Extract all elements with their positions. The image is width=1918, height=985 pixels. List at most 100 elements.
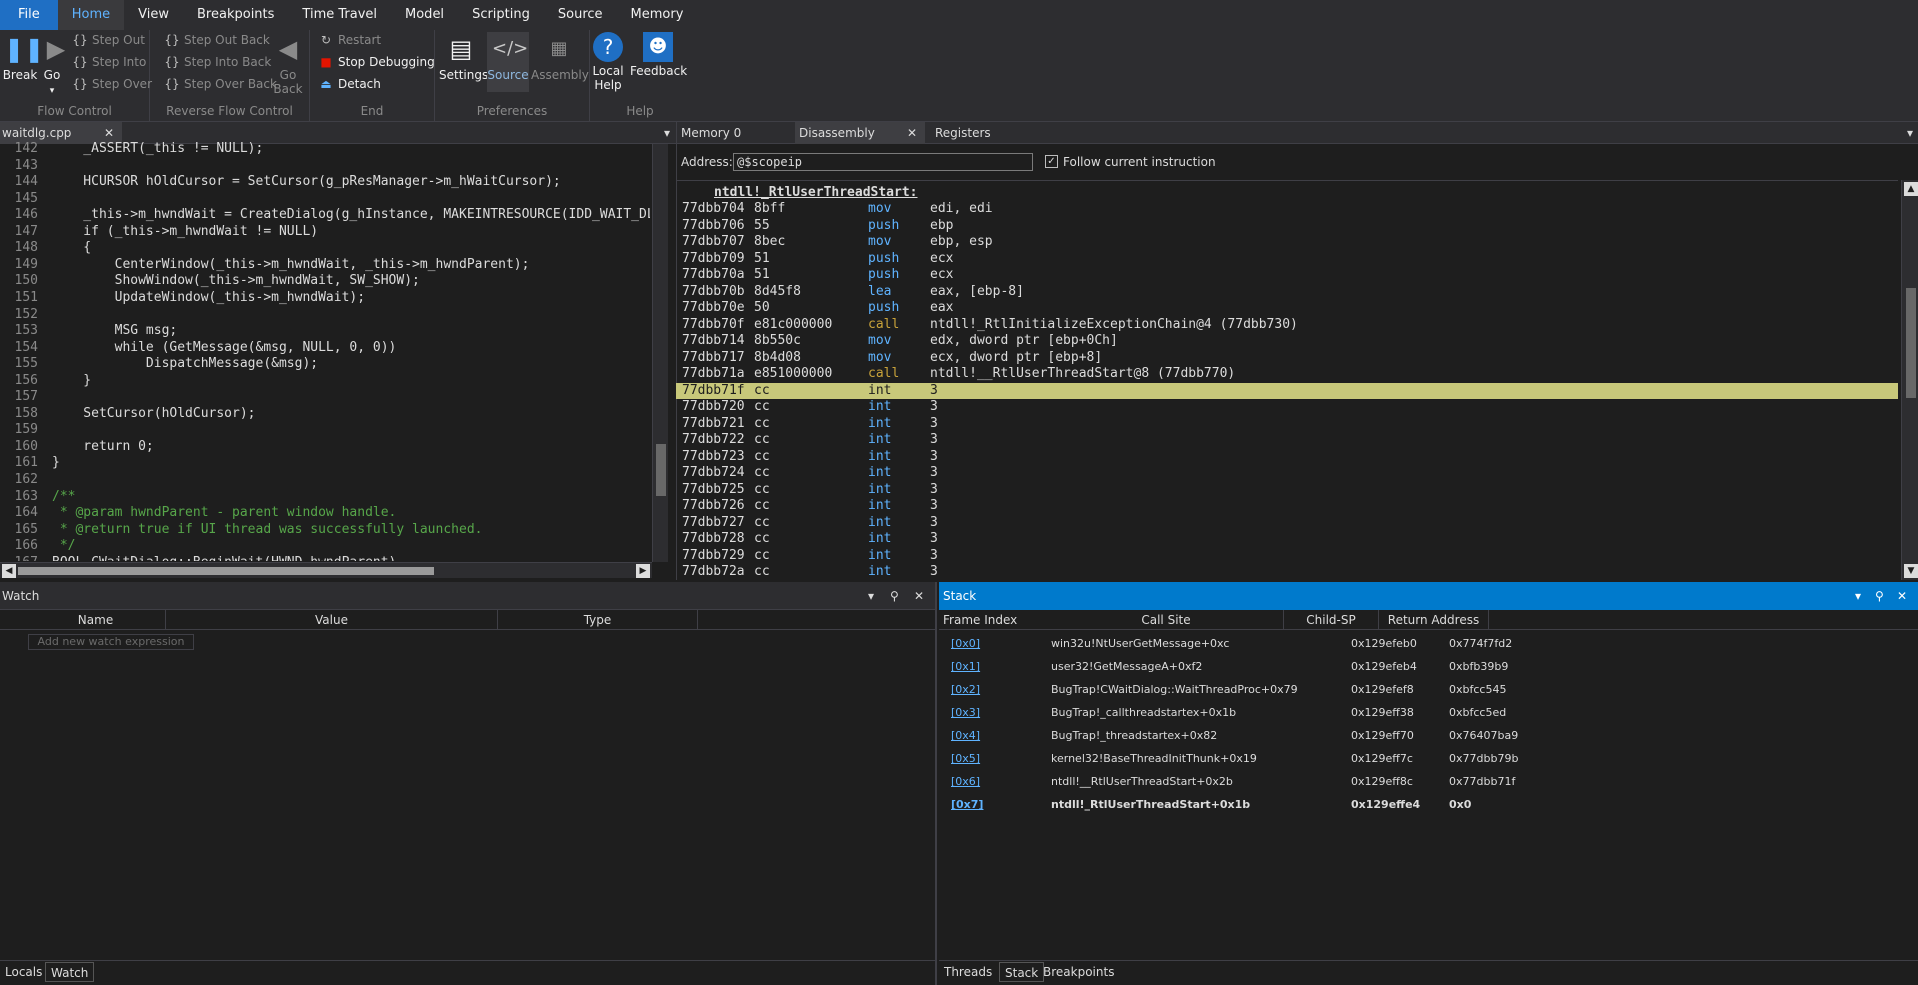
step-over-back-button[interactable]: {} Step Over Back [164,74,277,94]
source-line[interactable]: 164 * @param hwndParent - parent window … [0,505,397,522]
source-horizontal-scrollbar[interactable]: ◀ ▶ [0,562,652,578]
scrollbar-thumb[interactable] [1906,288,1916,398]
tab-watch[interactable]: Watch [45,962,95,982]
tab-scripting[interactable]: Scripting [458,0,544,30]
frame-index-link[interactable]: [0x3] [951,703,980,723]
tab-breakpoints-panel[interactable]: Breakpoints [1038,962,1119,982]
disasm-row[interactable]: 77dbb70a 51 push ecx [676,267,1898,284]
disasm-row[interactable]: 77dbb727 cc int 3 [676,515,1898,532]
source-line[interactable]: 142 _ASSERT(_this != NULL); [0,141,264,158]
disasm-row[interactable]: 77dbb70b 8d45f8 lea eax, [ebp-8] [676,284,1898,301]
source-line[interactable]: 151 UpdateWindow(_this->m_hwndWait); [0,290,366,307]
stop-debugging-button[interactable]: ■ Stop Debugging [318,52,434,72]
disasm-row[interactable]: 77dbb722 cc int 3 [676,432,1898,449]
dropdown-icon[interactable]: ▾ [1855,582,1861,610]
frame-index-link[interactable]: [0x2] [951,680,980,700]
disassembly-view[interactable]: ntdll!_RtlUserThreadStart: 77dbb704 8bff m… [676,180,1898,584]
go-back-button[interactable]: ◀ Go Back [270,32,306,96]
restart-button[interactable]: ↻ Restart [318,30,381,50]
col-type[interactable]: Type [498,610,698,630]
source-line[interactable]: 159 [0,422,52,439]
tab-view[interactable]: View [124,0,183,30]
break-button[interactable]: ❚❚ Break [2,32,45,82]
pin-icon[interactable]: ⚲ [1875,582,1884,610]
detach-button[interactable]: ⏏ Detach [318,74,381,94]
step-over-button[interactable]: {} Step Over [72,74,152,94]
tab-overflow-icon[interactable]: ▾ [1907,122,1913,144]
source-line[interactable]: 158 SetCursor(hOldCursor); [0,406,256,423]
frame-index-link[interactable]: [0x7] [951,795,983,815]
source-line[interactable]: 154 while (GetMessage(&msg, NULL, 0, 0)) [0,340,397,357]
disasm-row[interactable]: 77dbb70e 50 push eax [676,300,1898,317]
local-help-button[interactable]: ? Local Help [590,32,626,92]
source-line[interactable]: 153 MSG msg; [0,323,178,340]
disasm-row[interactable]: 77dbb709 51 push ecx [676,251,1898,268]
settings-button[interactable]: ▤ Settings [439,32,488,82]
stack-frame-row[interactable]: [0x2] BugTrap!CWaitDialog::WaitThreadProc… [939,680,1918,700]
scroll-down-icon[interactable]: ▼ [1904,564,1918,578]
frame-index-link[interactable]: [0x5] [951,749,980,769]
source-line[interactable]: 150 ShowWindow(_this->m_hwndWait, SW_SHO… [0,273,420,290]
disasm-row[interactable]: 77dbb704 8bff mov edi, edi [676,201,1898,218]
source-line[interactable]: 160 return 0; [0,439,154,456]
source-line[interactable]: 166 */ [0,538,76,555]
source-line[interactable]: 143 [0,158,52,175]
source-line[interactable]: 157 [0,389,52,406]
address-input[interactable]: @$scopeip [733,153,1033,171]
source-line[interactable]: 144 HCURSOR hOldCursor = SetCursor(g_pRe… [0,174,561,191]
source-line[interactable]: 156 } [0,373,92,390]
scroll-right-icon[interactable]: ▶ [636,564,650,578]
source-line[interactable]: 147 if (_this->m_hwndWait != NULL) [0,224,319,241]
col-call-site[interactable]: Call Site [1049,610,1284,630]
source-line[interactable]: 155 DispatchMessage(&msg); [0,356,319,373]
step-into-button[interactable]: {} Step Into [72,52,146,72]
stack-frame-row[interactable]: [0x5] kernel32!BaseThreadInitThunk+0x19 0x… [939,749,1918,769]
source-code-view[interactable]: 142 _ASSERT(_this != NULL); 143 144 HCURSO… [0,141,650,561]
col-name[interactable]: Name [26,610,166,630]
stack-frame-row[interactable]: [0x6] ntdll!__RtlUserThreadStart+0x2b 0x12… [939,772,1918,792]
frame-index-link[interactable]: [0x6] [951,772,980,792]
disasm-row[interactable]: 77dbb720 cc int 3 [676,399,1898,416]
tab-model[interactable]: Model [391,0,458,30]
disasm-row[interactable]: 77dbb728 cc int 3 [676,531,1898,548]
col-frame-index[interactable]: Frame Index [943,610,1043,630]
scrollbar-thumb[interactable] [18,567,434,575]
col-return-address[interactable]: Return Address [1379,610,1489,630]
tab-disassembly[interactable]: Disassembly ✕ [795,122,925,144]
close-icon[interactable]: ✕ [1897,582,1907,610]
tab-registers[interactable]: Registers [931,122,1031,144]
close-icon[interactable]: ✕ [907,122,917,144]
disasm-row[interactable]: 77dbb721 cc int 3 [676,416,1898,433]
disasm-row[interactable]: 77dbb72a cc int 3 [676,564,1898,581]
disasm-row[interactable]: 77dbb714 8b550c mov edx, dword ptr [ebp+0Ch… [676,333,1898,350]
disasm-row[interactable]: 77dbb70f e81c000000 call ntdll!_RtlInitiali… [676,317,1898,334]
disasm-row[interactable]: 77dbb706 55 push ebp [676,218,1898,235]
tab-breakpoints[interactable]: Breakpoints [183,0,288,30]
close-icon[interactable]: ✕ [914,582,924,610]
source-line[interactable]: 145 [0,191,52,208]
follow-instruction-checkbox[interactable]: ✓ [1045,155,1058,168]
source-line[interactable]: 162 [0,472,52,489]
step-out-button[interactable]: {} Step Out [72,30,145,50]
disasm-row[interactable]: 77dbb723 cc int 3 [676,449,1898,466]
disasm-row[interactable]: 77dbb71a e851000000 call ntdll!__RtlUserThr… [676,366,1898,383]
frame-index-link[interactable]: [0x4] [951,726,980,746]
disasm-row[interactable]: 77dbb71f cc int 3 [676,382,1898,399]
scroll-up-icon[interactable]: ▲ [1904,182,1918,196]
source-line[interactable]: 163 /** [0,489,76,506]
dropdown-icon[interactable]: ▾ [868,582,874,610]
source-line[interactable]: 165 * @return true if UI thread was succ… [0,522,483,539]
source-line[interactable]: 161} [0,455,60,472]
tab-time-travel[interactable]: Time Travel [288,0,391,30]
source-mode-button[interactable]: </> Source [487,32,529,92]
disasm-row[interactable]: 77dbb726 cc int 3 [676,498,1898,515]
stack-frame-row[interactable]: [0x7] ntdll!_RtlUserThreadStart+0x1b 0x129… [939,795,1918,815]
source-line[interactable]: 146 _this->m_hwndWait = CreateDialog(g_h… [0,207,650,224]
step-out-back-button[interactable]: {} Step Out Back [164,30,269,50]
disasm-row[interactable]: 77dbb707 8bec mov ebp, esp [676,234,1898,251]
feedback-button[interactable]: ☻ Feedback [630,32,687,78]
add-watch-input[interactable]: Add new watch expression [28,634,194,650]
disasm-vertical-scrollbar[interactable]: ▲ ▼ [1901,180,1918,580]
tab-memory[interactable]: Memory [617,0,698,30]
col-child-sp[interactable]: Child-SP [1284,610,1379,630]
